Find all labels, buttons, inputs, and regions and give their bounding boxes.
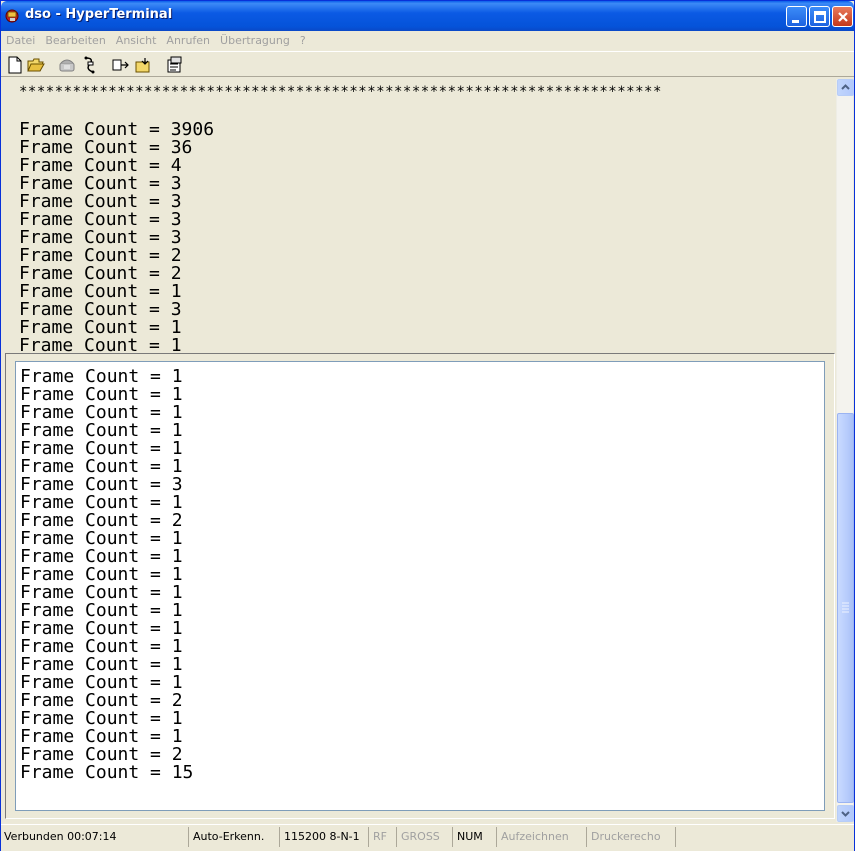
caps-indicator: GROSS [398, 827, 453, 847]
connection-time: Verbunden 00:07:14 [1, 827, 189, 847]
menu-bar: Datei Bearbeiten Ansicht Anrufen Übertra… [1, 31, 854, 51]
hyperterminal-app-icon[interactable] [5, 8, 20, 23]
grip-icon [842, 602, 849, 613]
toolbar [1, 51, 854, 77]
hyperterminal-window: dso - HyperTerminal Datei Bearbeiten Ans… [0, 0, 855, 851]
scroll-up-button[interactable] [837, 79, 854, 96]
terminal-lower-pane[interactable]: Frame Count = 1 Frame Count = 1 Frame Coun… [15, 361, 825, 811]
port-settings: 115200 8-N-1 [281, 827, 369, 847]
menu-anrufen[interactable]: Anrufen [161, 32, 215, 50]
terminal-line: Frame Count = 1 [19, 335, 182, 354]
menu-uebertragung[interactable]: Übertragung [215, 32, 295, 50]
vertical-scrollbar[interactable] [836, 79, 854, 822]
window-title: dso - HyperTerminal [25, 7, 173, 22]
chevron-up-icon [841, 84, 850, 90]
close-button[interactable] [832, 6, 853, 27]
terminal-upper-pane[interactable]: ****************************************… [5, 79, 835, 353]
close-icon [838, 12, 848, 22]
rf-indicator: RF [370, 827, 397, 847]
connect-phone-icon[interactable] [58, 56, 76, 74]
lower-output: Frame Count = 1 Frame Count = 1 Frame Coun… [20, 368, 824, 782]
scroll-thumb[interactable] [837, 413, 854, 803]
capture-indicator: Aufzeichnen [498, 827, 587, 847]
minimize-button[interactable] [786, 6, 807, 27]
auto-detect: Auto-Erkenn. [190, 827, 280, 847]
properties-icon[interactable] [166, 56, 184, 74]
disconnect-icon[interactable] [81, 56, 99, 74]
print-echo-indicator: Druckerecho [588, 827, 676, 847]
new-document-icon[interactable] [6, 56, 24, 74]
minimize-icon [792, 20, 799, 23]
send-file-icon[interactable] [112, 56, 130, 74]
maximize-button[interactable] [809, 6, 830, 27]
menu-datei[interactable]: Datei [1, 32, 40, 50]
menu-help[interactable]: ? [295, 32, 311, 50]
chevron-down-icon [841, 811, 850, 817]
receive-file-icon[interactable] [135, 56, 153, 74]
status-bar: Verbunden 00:07:14 Auto-Erkenn. 115200 8… [1, 824, 854, 851]
title-bar[interactable]: dso - HyperTerminal [1, 1, 854, 31]
upper-output: Frame Count = 3906 Frame Count = 36 Frame … [19, 121, 835, 354]
scroll-down-button[interactable] [837, 805, 854, 822]
num-indicator: NUM [454, 827, 497, 847]
maximize-icon [814, 11, 826, 23]
separator-line: ****************************************… [19, 84, 662, 100]
open-folder-icon[interactable] [27, 56, 45, 74]
menu-ansicht[interactable]: Ansicht [111, 32, 162, 50]
terminal-line: Frame Count = 15 [20, 762, 194, 783]
menu-bearbeiten[interactable]: Bearbeiten [40, 32, 110, 50]
